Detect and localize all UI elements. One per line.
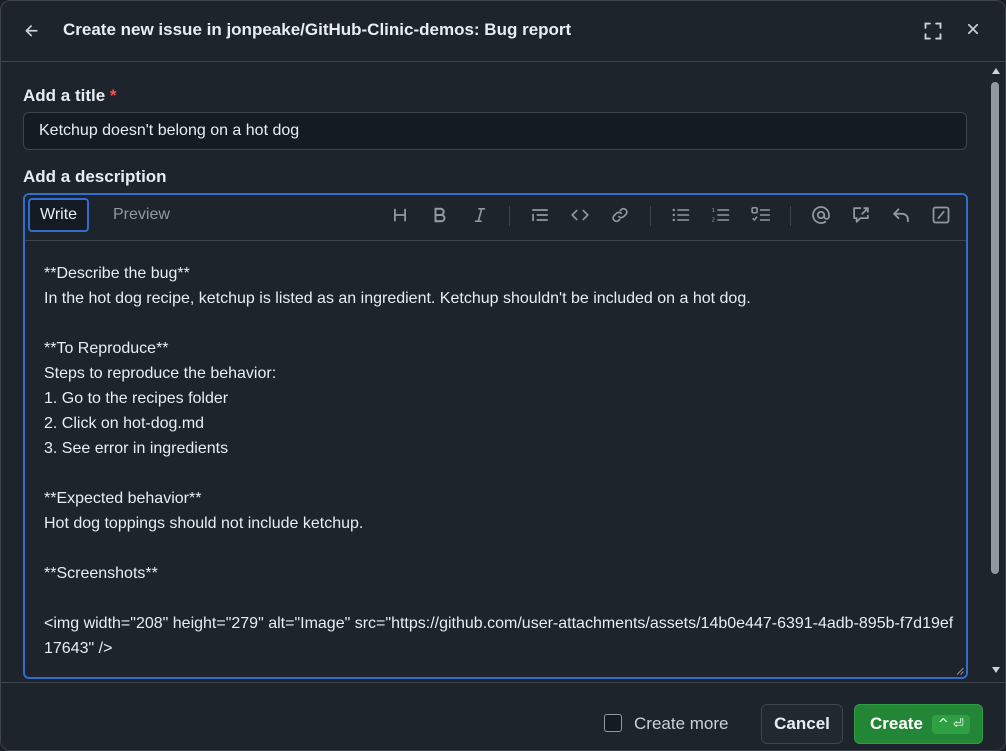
- bullet-list-button[interactable]: [667, 201, 695, 229]
- description-textarea[interactable]: **Describe the bug** In the hot dog reci…: [44, 261, 954, 661]
- quote-icon: [532, 209, 548, 222]
- mention-icon: [812, 206, 830, 224]
- dialog-body: Add a title * Ketchup doesn't belong on …: [1, 62, 986, 682]
- bold-icon: [434, 207, 446, 223]
- close-button[interactable]: [957, 13, 989, 45]
- resize-grip-icon: [956, 667, 964, 675]
- fullscreen-icon: [924, 22, 942, 40]
- scroll-up-button[interactable]: [990, 66, 1002, 76]
- cross-reference-button[interactable]: [847, 201, 875, 229]
- resize-handle[interactable]: [956, 667, 964, 675]
- dialog-header: Create new issue in jonpeake/GitHub-Clin…: [1, 1, 1005, 62]
- svg-text:1: 1: [712, 208, 716, 214]
- required-mark: *: [109, 86, 117, 105]
- svg-text:2: 2: [712, 218, 716, 224]
- cancel-button[interactable]: Cancel: [761, 704, 843, 744]
- italic-icon: [474, 207, 486, 223]
- numbered-list-button[interactable]: 12: [707, 201, 735, 229]
- heading-button[interactable]: [386, 201, 414, 229]
- scroll-down-button[interactable]: [990, 665, 1002, 675]
- create-button-label: Create: [870, 714, 923, 733]
- toolbar-divider: [790, 206, 791, 226]
- heading-icon: [394, 208, 406, 222]
- tab-write[interactable]: Write: [28, 198, 90, 232]
- mention-button[interactable]: [807, 201, 835, 229]
- bullet-list-icon: [672, 208, 690, 222]
- italic-button[interactable]: [466, 201, 494, 229]
- slash-commands-button[interactable]: [927, 201, 955, 229]
- cross-reference-icon: [853, 207, 869, 223]
- fullscreen-button[interactable]: [917, 15, 949, 47]
- reply-button[interactable]: [887, 201, 915, 229]
- triangle-down-icon: [992, 667, 1000, 673]
- bold-button[interactable]: [426, 201, 454, 229]
- arrow-left-icon: [25, 25, 38, 37]
- create-button[interactable]: Create ^ ⏎: [854, 704, 983, 744]
- code-icon: [571, 209, 589, 221]
- keyboard-shortcut-hint: ^ ⏎: [931, 714, 970, 734]
- reply-icon: [893, 208, 909, 223]
- link-icon: [612, 207, 628, 223]
- create-more-checkbox[interactable]: [604, 714, 622, 732]
- title-input[interactable]: Ketchup doesn't belong on a hot dog: [23, 112, 967, 150]
- tab-preview[interactable]: Preview: [103, 198, 180, 232]
- task-list-icon: [751, 207, 770, 222]
- toolbar-divider: [650, 206, 651, 226]
- close-icon: [967, 23, 979, 35]
- triangle-up-icon: [992, 68, 1000, 74]
- task-list-button[interactable]: [747, 201, 775, 229]
- toolbar-divider: [509, 206, 510, 226]
- title-label-text: Add a title: [23, 86, 106, 105]
- description-editor[interactable]: Write Preview 1 2 **Describe the bug** I…: [23, 193, 968, 679]
- create-issue-dialog: Create new issue in jonpeake/GitHub-Clin…: [0, 0, 1006, 751]
- title-label: Add a title *: [23, 86, 117, 106]
- numbered-list-icon: 12: [712, 208, 730, 224]
- create-more-label[interactable]: Create more: [634, 714, 728, 734]
- vertical-scrollbar[interactable]: [988, 62, 1004, 682]
- description-label: Add a description: [23, 167, 167, 186]
- back-button[interactable]: [16, 15, 48, 47]
- dialog-title: Create new issue in jonpeake/GitHub-Clin…: [63, 20, 572, 39]
- editor-toolbar: Write Preview 1 2: [25, 195, 966, 241]
- link-button[interactable]: [606, 201, 634, 229]
- code-button[interactable]: [566, 201, 594, 229]
- scroll-thumb[interactable]: [991, 82, 999, 574]
- dialog-footer: Create more Cancel Create ^ ⏎: [1, 682, 1005, 750]
- quote-button[interactable]: [526, 201, 554, 229]
- slash-commands-icon: [932, 206, 950, 224]
